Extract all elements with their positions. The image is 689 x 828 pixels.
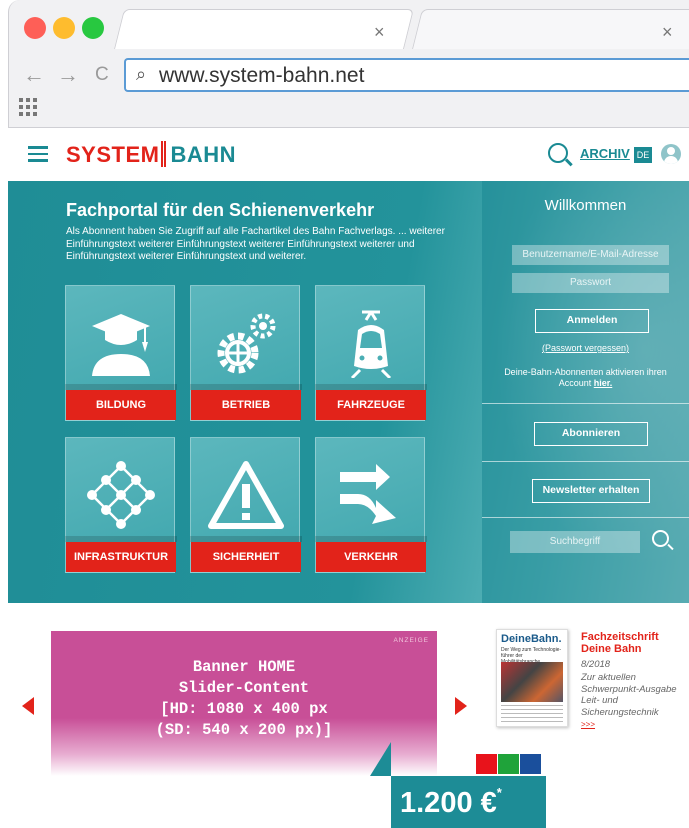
color-swatch-green — [498, 754, 519, 774]
graduate-icon — [66, 298, 176, 388]
logo-divider — [163, 141, 167, 167]
warning-icon — [191, 450, 301, 540]
activate-label: Deine-Bahn-Abonnenten aktivieren ihren A… — [504, 367, 667, 388]
tile-sicherheit[interactable]: SICHERHEIT — [190, 437, 302, 573]
ad-tag: ANZEIGE — [393, 637, 429, 644]
search-icon[interactable] — [652, 530, 669, 547]
search-icon: ⌕ — [136, 64, 147, 84]
user-icon[interactable] — [661, 144, 681, 164]
tab-active[interactable] — [114, 9, 414, 49]
cover-text-lines — [501, 705, 563, 725]
tile-label: BETRIEB — [190, 384, 302, 420]
language-selector[interactable]: DE — [634, 147, 652, 163]
search-icon[interactable] — [548, 143, 568, 163]
color-swatch-blue — [520, 754, 541, 774]
gears-icon — [191, 298, 301, 388]
magazine-cover[interactable]: DeineBahn. Der Weg zum Technologie-führe… — [496, 629, 568, 727]
login-button[interactable]: Anmelden — [535, 309, 649, 333]
train-icon — [316, 298, 426, 388]
tile-betrieb[interactable]: BETRIEB — [190, 285, 302, 421]
panel-divider — [482, 517, 689, 518]
logo-left: SYSTEM — [66, 142, 160, 167]
panel-divider — [482, 403, 689, 404]
url-text: www.system-bahn.net — [159, 64, 365, 87]
address-bar[interactable]: ⌕ www.system-bahn.net — [124, 58, 689, 92]
price-footnote-mark: * — [496, 785, 502, 800]
username-field[interactable]: Benutzername/E-Mail-Adresse — [512, 245, 669, 265]
minimize-window-dot[interactable] — [53, 17, 75, 39]
password-field[interactable]: Passwort — [512, 273, 669, 293]
tile-label: SICHERHEIT — [190, 536, 302, 572]
price-amount: 1.200 € — [400, 787, 497, 819]
tile-label: VERKEHR — [315, 536, 427, 572]
search-input[interactable]: Suchbegriff — [510, 531, 640, 553]
maximize-window-dot[interactable] — [82, 17, 104, 39]
welcome-heading: Willkommen — [544, 197, 627, 214]
hamburger-icon[interactable] — [28, 146, 48, 162]
price-tag-pointer — [370, 742, 391, 776]
magazine-title[interactable]: Fachzeitschrift Deine Bahn — [581, 631, 659, 655]
tile-label: INFRASTRUKTUR — [65, 536, 177, 572]
color-swatch-red — [476, 754, 497, 774]
forgot-password-link[interactable]: (Passwort vergessen) — [482, 343, 689, 354]
slider-next-arrow[interactable] — [455, 697, 467, 715]
login-panel: Willkommen Benutzername/E-Mail-Adresse P… — [482, 181, 689, 603]
magazine-description: Zur aktuellen Schwerpunkt-Ausgabe Leit- … — [581, 672, 677, 718]
browser-chrome: × × ← → C ⌕ www.system-bahn.net — [8, 0, 689, 128]
tile-infrastruktur[interactable]: INFRASTRUKTUR — [65, 437, 177, 573]
banner-text: Banner HOME Slider-Content [HD: 1080 x 4… — [155, 658, 333, 739]
site-logo[interactable]: SYSTEM BAHN — [66, 141, 236, 168]
reload-icon[interactable]: C — [95, 64, 109, 86]
activate-link[interactable]: hier. — [594, 378, 613, 388]
newsletter-button[interactable]: Newsletter erhalten — [532, 479, 650, 503]
archive-link[interactable]: ARCHIV — [580, 146, 630, 161]
magazine-more-link[interactable]: >>> — [581, 720, 595, 729]
logo-right: BAHN — [170, 142, 237, 167]
cover-title: DeineBahn. — [501, 633, 562, 645]
cover-image — [501, 662, 563, 702]
slider-prev-arrow[interactable] — [22, 697, 34, 715]
tile-verkehr[interactable]: VERKEHR — [315, 437, 427, 573]
hero-title: Fachportal für den Schienenverkehr — [66, 200, 375, 220]
close-window-dot[interactable] — [24, 17, 46, 39]
forward-icon[interactable]: → — [57, 62, 79, 88]
back-icon[interactable]: ← — [23, 62, 45, 88]
tile-label: FAHRZEUGE — [315, 384, 427, 420]
tab-close-icon-2[interactable]: × — [662, 22, 673, 43]
tile-label: BILDUNG — [65, 384, 177, 420]
tile-bildung[interactable]: BILDUNG — [65, 285, 177, 421]
network-icon — [66, 450, 176, 540]
tab-inactive[interactable] — [412, 9, 689, 49]
subscribe-button[interactable]: Abonnieren — [534, 422, 648, 446]
hero-intro-text: Als Abonnent haben Sie Zugriff auf alle … — [66, 226, 445, 262]
page: × × ← → C ⌕ www.system-bahn.net SYSTEM BA… — [0, 0, 689, 828]
site-header: SYSTEM BAHN ARCHIV DE — [8, 129, 689, 181]
price-value: 1.200 €* — [400, 785, 502, 820]
hero-section: Fachportal für den Schienenverkehr Als A… — [8, 181, 689, 603]
magazine-issue-date: 8/2018 — [581, 659, 611, 670]
tile-fahrzeuge[interactable]: FAHRZEUGE — [315, 285, 427, 421]
activate-text: Deine-Bahn-Abonnenten aktivieren ihren A… — [482, 367, 689, 389]
tab-close-icon[interactable]: × — [374, 22, 385, 43]
merge-arrows-icon — [316, 450, 426, 540]
apps-grid-icon[interactable] — [19, 98, 37, 116]
panel-divider — [482, 461, 689, 462]
